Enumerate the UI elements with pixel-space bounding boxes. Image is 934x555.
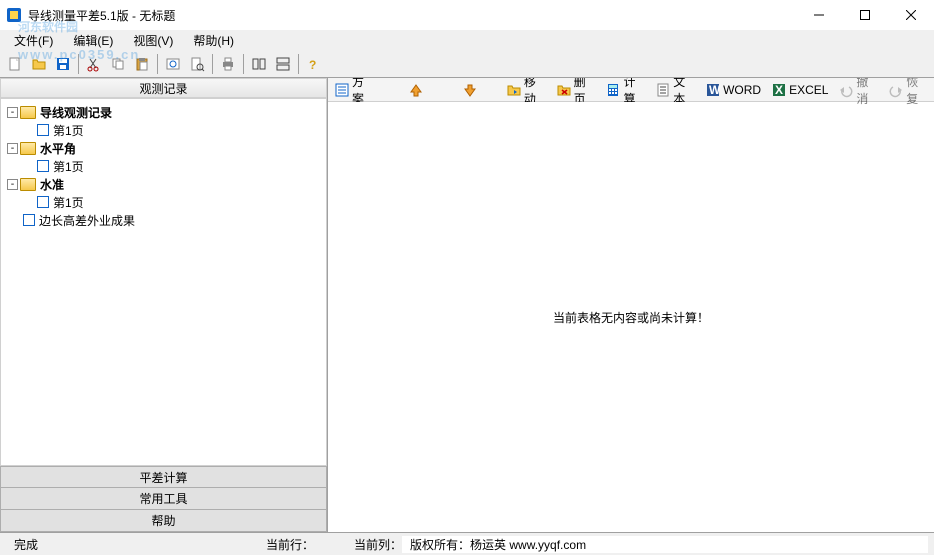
checkbox-icon[interactable] [23,214,35,226]
copy-icon[interactable] [107,53,129,75]
preview-icon[interactable] [162,53,184,75]
calculator-icon [605,82,621,98]
toolbar-separator [78,54,79,74]
word-icon: W [705,82,721,98]
arrow-up-icon [408,82,424,98]
content-area: 当前表格无内容或尚未计算！ [328,102,934,532]
folder-open-icon [20,177,36,191]
menu-edit[interactable]: 编辑(E) [65,30,121,51]
menu-file[interactable]: 文件(F) [6,30,61,51]
app-icon [6,7,22,23]
tree-view[interactable]: - 导线观测记录 第1页 - 水平角 [0,98,327,466]
minimize-button[interactable] [796,0,842,30]
checkbox-icon[interactable] [37,124,49,136]
menu-bar: 文件(F) 编辑(E) 视图(V) 帮助(H) [0,30,934,50]
tree-node-leveling[interactable]: 水准 [40,176,64,193]
status-row: 当前行： [266,536,314,553]
undo-button[interactable]: 撤消 [836,78,880,107]
right-toolbar: 方案 移动 删页 计算 文本 [328,78,934,102]
open-file-icon[interactable] [28,53,50,75]
menu-help[interactable]: 帮助(H) [185,30,242,51]
folder-open-icon [20,105,36,119]
menu-view[interactable]: 视图(V) [125,30,181,51]
maximize-button[interactable] [842,0,888,30]
checkbox-icon[interactable] [37,160,49,172]
excel-label: EXCEL [789,83,828,97]
undo-label: 撤消 [856,78,878,107]
left-panel-buttons: 平差计算 常用工具 帮助 [0,466,327,532]
arrow-down-button[interactable] [460,82,480,98]
main-toolbar: ? [0,50,934,78]
word-label: WORD [723,83,761,97]
toolbar-separator [298,54,299,74]
paste-icon[interactable] [131,53,153,75]
save-icon[interactable] [52,53,74,75]
calc-button[interactable]: 平差计算 [0,466,327,488]
toolbar-separator [212,54,213,74]
folder-open-icon [20,141,36,155]
svg-text:?: ? [309,58,316,72]
excel-export-button[interactable]: X EXCEL [769,82,830,98]
right-panel: 方案 移动 删页 计算 文本 [328,78,934,532]
expander-icon[interactable]: - [7,179,18,190]
move-icon [506,82,522,98]
undo-icon [838,82,854,98]
cut-icon[interactable] [83,53,105,75]
tree-node-results[interactable]: 边长高差外业成果 [39,212,135,229]
text-file-icon [655,82,671,98]
tile-horizontal-icon[interactable] [248,53,270,75]
print-icon[interactable] [217,53,239,75]
scheme-icon [334,82,350,98]
toolbar-separator [157,54,158,74]
window-title: 导线测量平差5.1版 - 无标题 [28,7,175,24]
redo-icon [888,82,904,98]
expander-icon[interactable]: - [7,143,18,154]
arrow-up-button[interactable] [406,82,426,98]
tools-button[interactable]: 常用工具 [0,488,327,510]
tile-vertical-icon[interactable] [272,53,294,75]
tree-node-horizontal-angle[interactable]: 水平角 [40,140,76,157]
main-area: 观测记录 - 导线观测记录 第1页 [0,78,934,533]
redo-button[interactable]: 恢复 [886,78,930,107]
svg-text:W: W [709,83,721,97]
left-panel: 观测记录 - 导线观测记录 第1页 [0,78,328,532]
title-bar: 导线测量平差5.1版 - 无标题 [0,0,934,30]
status-col: 当前列： [354,536,402,553]
help-icon[interactable]: ? [303,53,325,75]
svg-text:X: X [775,83,783,97]
delete-icon [556,82,572,98]
help-button[interactable]: 帮助 [0,510,327,532]
expander-icon[interactable]: - [7,107,18,118]
status-copyright: 版权所有：杨运英 www.yyqf.com [402,536,928,553]
redo-label: 恢复 [906,78,928,107]
status-bar: 完成 当前行： 当前列： 版权所有：杨运英 www.yyqf.com [0,533,934,555]
close-button[interactable] [888,0,934,30]
new-file-icon[interactable] [4,53,26,75]
arrow-down-icon [462,82,478,98]
tree-node-observations[interactable]: 导线观测记录 [40,104,112,121]
left-panel-header[interactable]: 观测记录 [0,78,327,98]
tree-node-page[interactable]: 第1页 [53,194,84,211]
checkbox-icon[interactable] [37,196,49,208]
tree-node-page[interactable]: 第1页 [53,158,84,175]
word-export-button[interactable]: W WORD [703,82,763,98]
print-preview-icon[interactable] [186,53,208,75]
excel-icon: X [771,82,787,98]
status-ready: 完成 [6,536,46,553]
empty-message: 当前表格无内容或尚未计算！ [553,309,709,326]
tree-node-page[interactable]: 第1页 [53,122,84,139]
toolbar-separator [243,54,244,74]
